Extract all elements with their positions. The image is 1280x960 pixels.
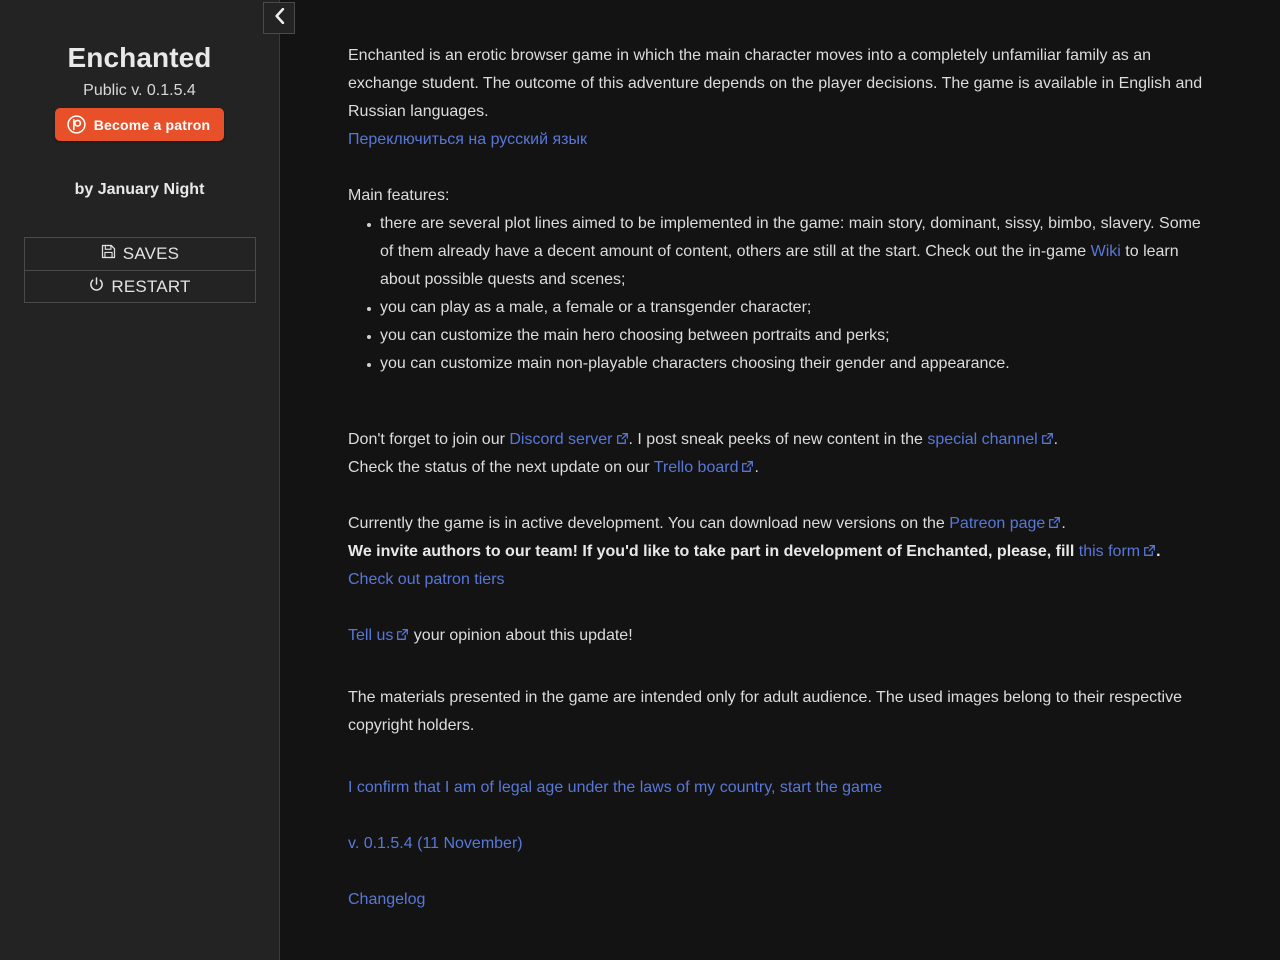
changelog-link[interactable]: Changelog bbox=[348, 891, 425, 908]
trello-lead-text: Check the status of the next update on o… bbox=[348, 459, 654, 476]
tell-us-link-label: Tell us bbox=[348, 627, 393, 644]
become-a-patron-button[interactable]: Become a patron bbox=[55, 108, 225, 141]
language-switch-row: Переключиться на русский язык bbox=[348, 126, 1208, 154]
trello-board-link-label: Trello board bbox=[654, 459, 739, 476]
confirm-age-start-game-link[interactable]: I confirm that I am of legal age under t… bbox=[348, 779, 882, 796]
external-link-icon bbox=[741, 460, 754, 473]
discord-server-link-label: Discord server bbox=[509, 431, 612, 448]
discord-tail-text: . bbox=[1054, 431, 1058, 448]
check-patron-tiers-link[interactable]: Check out patron tiers bbox=[348, 571, 505, 588]
patreon-page-link-label: Patreon page bbox=[949, 515, 1045, 532]
spacer bbox=[348, 482, 1220, 510]
spacer bbox=[348, 154, 1220, 182]
spacer bbox=[348, 650, 1220, 684]
switch-to-russian-link[interactable]: Переключиться на русский язык bbox=[348, 131, 587, 148]
discord-mid-text: . I post sneak peeks of new content in t… bbox=[629, 431, 928, 448]
list-item: you can customize the main hero choosing… bbox=[348, 322, 1208, 350]
invite-authors-tail: . bbox=[1156, 543, 1160, 560]
spacer bbox=[348, 740, 1220, 774]
development-paragraph: Currently the game is in active developm… bbox=[348, 510, 1208, 538]
discord-server-link[interactable]: Discord server bbox=[509, 431, 628, 448]
trello-tail-text: . bbox=[754, 459, 758, 476]
development-tail-text: . bbox=[1061, 515, 1065, 532]
sidebar: Enchanted Public v. 0.1.5.4 Become a pat… bbox=[0, 0, 280, 960]
sidebar-collapse-button[interactable] bbox=[263, 2, 295, 34]
main-features-heading: Main features: bbox=[348, 182, 1208, 210]
sidebar-item-restart[interactable]: RESTART bbox=[24, 270, 256, 303]
spacer bbox=[348, 594, 1220, 622]
external-link-icon bbox=[1143, 544, 1156, 557]
this-form-link-label: this form bbox=[1079, 543, 1140, 560]
feedback-tail-text: your opinion about this update! bbox=[409, 627, 632, 644]
discord-lead-text: Don't forget to join our bbox=[348, 431, 509, 448]
community-paragraph: Don't forget to join our Discord server … bbox=[348, 426, 1208, 454]
wiki-link[interactable]: Wiki bbox=[1091, 243, 1121, 260]
list-item: you can customize main non-playable char… bbox=[348, 350, 1208, 378]
game-title: Enchanted bbox=[24, 0, 255, 74]
changelog-row: Changelog bbox=[348, 886, 1208, 914]
spacer bbox=[348, 802, 1220, 830]
this-form-link[interactable]: this form bbox=[1079, 543, 1156, 560]
spacer bbox=[348, 858, 1220, 886]
sidebar-item-saves-label: SAVES bbox=[123, 244, 179, 264]
patron-tiers-row: Check out patron tiers bbox=[348, 566, 1208, 594]
sidebar-item-saves[interactable]: SAVES bbox=[24, 237, 256, 270]
adult-disclaimer: The materials presented in the game are … bbox=[348, 684, 1208, 740]
development-lead-text: Currently the game is in active developm… bbox=[348, 515, 949, 532]
list-item: there are several plot lines aimed to be… bbox=[348, 210, 1208, 294]
feature-1-text-before: there are several plot lines aimed to be… bbox=[380, 215, 1201, 260]
invite-authors-text: We invite authors to our team! If you'd … bbox=[348, 543, 1079, 560]
game-version: Public v. 0.1.5.4 bbox=[24, 82, 255, 100]
version-link[interactable]: v. 0.1.5.4 (11 November) bbox=[348, 835, 523, 852]
external-link-icon bbox=[396, 628, 409, 641]
patreon-button-wrapper: Become a patron bbox=[24, 108, 255, 141]
version-row: v. 0.1.5.4 (11 November) bbox=[348, 830, 1208, 858]
start-game-row: I confirm that I am of legal age under t… bbox=[348, 774, 1208, 802]
sidebar-item-restart-label: RESTART bbox=[111, 277, 190, 297]
app-root: Enchanted Public v. 0.1.5.4 Become a pat… bbox=[0, 0, 1280, 960]
patreon-button-label: Become a patron bbox=[94, 117, 211, 133]
author-credit: by January Night bbox=[24, 181, 255, 199]
feedback-paragraph: Tell us your opinion about this update! bbox=[348, 622, 1208, 650]
external-link-icon bbox=[1048, 516, 1061, 529]
special-channel-link-label: special channel bbox=[927, 431, 1037, 448]
external-link-icon bbox=[1041, 432, 1054, 445]
special-channel-link[interactable]: special channel bbox=[927, 431, 1053, 448]
patreon-page-link[interactable]: Patreon page bbox=[949, 515, 1061, 532]
sidebar-menu: SAVES RESTART bbox=[24, 237, 255, 303]
external-link-icon bbox=[616, 432, 629, 445]
floppy-disk-icon bbox=[101, 244, 116, 264]
power-icon bbox=[89, 277, 104, 297]
chevron-left-icon bbox=[273, 8, 286, 29]
intro-paragraph: Enchanted is an erotic browser game in w… bbox=[348, 42, 1208, 126]
features-list: there are several plot lines aimed to be… bbox=[348, 210, 1208, 378]
list-item: you can play as a male, a female or a tr… bbox=[348, 294, 1208, 322]
trello-board-link[interactable]: Trello board bbox=[654, 459, 755, 476]
patreon-logo-icon bbox=[67, 115, 86, 134]
trello-paragraph: Check the status of the next update on o… bbox=[348, 454, 1208, 482]
invite-authors-paragraph: We invite authors to our team! If you'd … bbox=[348, 538, 1208, 566]
spacer bbox=[348, 378, 1220, 426]
tell-us-link[interactable]: Tell us bbox=[348, 627, 409, 644]
main-content: Enchanted is an erotic browser game in w… bbox=[280, 0, 1280, 960]
